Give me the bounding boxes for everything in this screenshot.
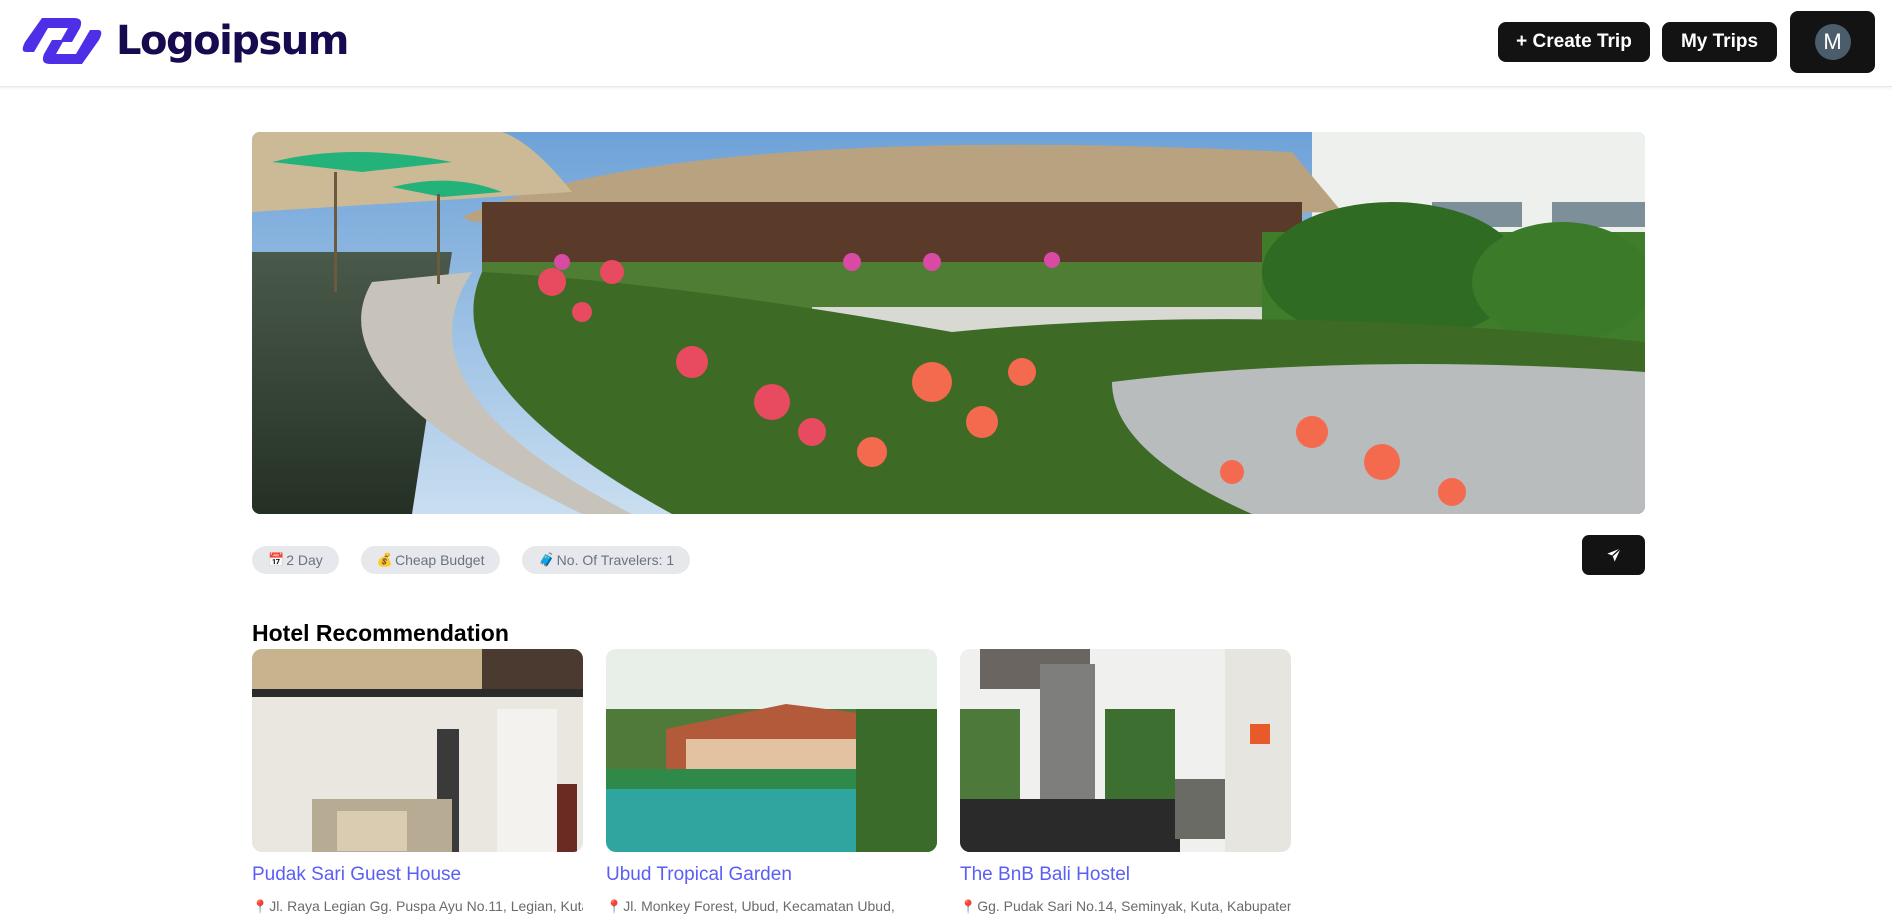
create-trip-button[interactable]: + Create Trip <box>1498 22 1650 62</box>
travelers-label: No. Of Travelers: 1 <box>556 552 675 568</box>
hotel-section-title: Hotel Recommendation <box>252 620 509 646</box>
logo-icon <box>22 18 102 64</box>
top-navbar: Logoipsum + Create Trip My Trips M <box>0 0 1892 87</box>
travelers-tag: 🧳 No. Of Travelers: 1 <box>522 546 691 574</box>
logo-text: Logoipsum <box>116 18 349 64</box>
money-bag-icon: 💰 <box>376 552 393 567</box>
my-trips-button[interactable]: My Trips <box>1662 22 1777 62</box>
hotel-image[interactable] <box>960 649 1291 852</box>
send-icon <box>1606 547 1621 562</box>
duration-tag: 📅 2 Day <box>252 546 339 574</box>
hotel-address: 📍Jl. Raya Legian Gg. Puspa Ayu No.11, Le… <box>252 898 583 915</box>
logo[interactable]: Logoipsum <box>22 16 349 66</box>
hotel-card[interactable]: Pudak Sari Guest House 📍Jl. Raya Legian … <box>252 649 583 915</box>
location-pin-icon: 📍 <box>606 899 623 914</box>
hotel-address: 📍Gg. Pudak Sari No.14, Seminyak, Kuta, K… <box>960 898 1291 915</box>
location-pin-icon: 📍 <box>252 899 269 914</box>
share-trip-button[interactable] <box>1582 535 1645 575</box>
budget-label: Cheap Budget <box>394 552 485 568</box>
hotel-address-text: Gg. Pudak Sari No.14, Seminyak, Kuta, Ka… <box>977 898 1291 914</box>
hero-photo <box>252 132 1645 514</box>
hotel-name[interactable]: The BnB Bali Hostel <box>960 864 1291 886</box>
avatar: M <box>1814 24 1851 60</box>
budget-tag: 💰 Cheap Budget <box>360 546 501 574</box>
profile-button[interactable]: M <box>1790 11 1875 73</box>
hotel-card[interactable]: Ubud Tropical Garden 📍Jl. Monkey Forest,… <box>606 649 937 915</box>
hotel-address-text: Jl. Raya Legian Gg. Puspa Ayu No.11, Leg… <box>269 898 583 914</box>
duration-label: 2 Day <box>286 552 323 568</box>
destination-hero-image <box>252 132 1645 514</box>
trip-info-tags: 📅 2 Day 💰 Cheap Budget 🧳 No. Of Traveler… <box>252 546 691 574</box>
hotel-name[interactable]: Ubud Tropical Garden <box>606 864 937 886</box>
hotel-card[interactable]: The BnB Bali Hostel 📍Gg. Pudak Sari No.1… <box>960 649 1291 915</box>
hotel-address-text: Jl. Monkey Forest, Ubud, Kecamatan Ubud, <box>623 898 895 914</box>
calendar-icon: 📅 <box>268 552 285 567</box>
hotel-image[interactable] <box>606 649 937 852</box>
location-pin-icon: 📍 <box>960 899 977 914</box>
traveler-icon: 🧳 <box>538 552 555 567</box>
hotel-name[interactable]: Pudak Sari Guest House <box>252 864 583 886</box>
hotel-address: 📍Jl. Monkey Forest, Ubud, Kecamatan Ubud… <box>606 898 937 915</box>
hotel-image[interactable] <box>252 649 583 852</box>
